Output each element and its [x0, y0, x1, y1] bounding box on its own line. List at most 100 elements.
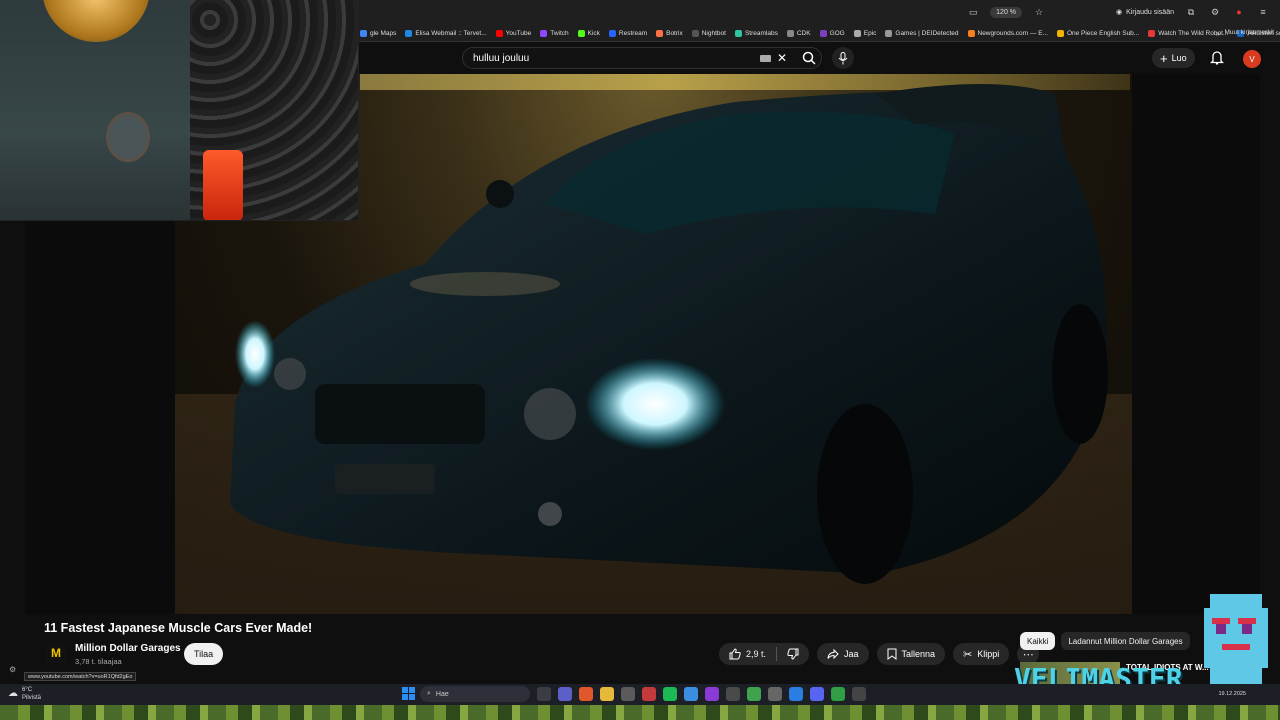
search-box[interactable]: hulluu jouluu ✕	[462, 47, 822, 69]
share-icon	[827, 648, 839, 660]
wall-mirror	[106, 112, 150, 162]
voice-search-button[interactable]	[832, 47, 854, 69]
clip-button[interactable]: ✂ Klippi	[953, 643, 1010, 665]
video-player[interactable]	[0, 0, 1260, 614]
bookmark-star-icon[interactable]: ☆	[1032, 5, 1046, 19]
bookmarks-overflow-icon[interactable]: »	[1216, 29, 1220, 38]
bookmark-favicon-icon	[885, 30, 893, 37]
taskbar-app-icon[interactable]	[558, 687, 572, 701]
bookmark-item[interactable]: Epic	[853, 30, 876, 37]
bookmark-item[interactable]: Restream	[608, 30, 647, 37]
bookmark-item[interactable]: YouTube	[495, 30, 531, 37]
channel-logo[interactable]: M	[46, 643, 66, 663]
zoom-level[interactable]: 120 %	[990, 6, 1023, 18]
taskbar-app-icon[interactable]	[600, 687, 614, 701]
like-dislike-group: 2,9 t.	[719, 643, 810, 665]
bookmark-item[interactable]: Games | DEIDetected	[885, 30, 959, 37]
weather-widget[interactable]: ☁ 6°C Pilvistä	[8, 686, 41, 702]
bookmark-item[interactable]: Elisa Webmail :: Tervet...	[405, 30, 487, 37]
taskbar-search[interactable]: ⌕ Hae	[420, 686, 530, 702]
bookmark-item[interactable]: gle Maps	[360, 30, 396, 37]
bookmark-item[interactable]: Streamlabs	[734, 30, 778, 37]
subscribe-button[interactable]: Tilaa	[184, 643, 224, 665]
clip-label: Klippi	[977, 649, 1000, 659]
taskbar-app-icon[interactable]	[579, 687, 593, 701]
bookmark-item[interactable]: GOG	[819, 30, 845, 37]
bookmark-label: Newgrounds.com — E...	[977, 30, 1048, 37]
like-button[interactable]: 2,9 t.	[719, 648, 776, 660]
bookmark-favicon-icon	[360, 30, 367, 37]
pixel-art-border	[0, 705, 1280, 720]
search-button[interactable]	[797, 48, 821, 68]
taskbar-app-icon[interactable]	[810, 687, 824, 701]
share-button[interactable]: Jaa	[817, 643, 869, 665]
bookmark-item[interactable]: One Piece English Sub...	[1056, 30, 1140, 37]
taskbar-app-icon[interactable]	[789, 687, 803, 701]
avatar[interactable]: V	[1243, 50, 1261, 68]
create-button[interactable]: + Luo	[1152, 48, 1195, 68]
browser-toolbar-right: ▭ 120 % ☆ ◉ Kirjaudu sisään ⧉ ⚙ ● ≡	[966, 5, 1270, 19]
channel-name[interactable]: Million Dollar Garages	[75, 643, 181, 654]
bookmark-item[interactable]: Newgrounds.com — E...	[967, 30, 1048, 37]
bookmark-item[interactable]: Kick	[577, 30, 600, 37]
scissors-icon: ✂	[963, 648, 973, 661]
menu-icon[interactable]: ≡	[1256, 5, 1270, 19]
bookmark-favicon-icon	[1056, 30, 1064, 37]
bookmark-favicon-icon	[734, 30, 742, 37]
taskbar-app-icon[interactable]	[831, 687, 845, 701]
notification-red-icon[interactable]: ●	[1232, 5, 1246, 19]
search-input[interactable]: hulluu jouluu	[473, 53, 760, 64]
webcam-overlay	[0, 0, 359, 221]
bookmark-label: Botrix	[666, 30, 683, 37]
microphone-icon	[838, 51, 848, 64]
notifications-bell-icon[interactable]	[1210, 50, 1224, 65]
bookmark-label: CDK	[796, 30, 811, 37]
windows-start-icon[interactable]	[402, 687, 415, 700]
extensions-icon[interactable]: ⧉	[1184, 5, 1198, 19]
bookmark-favicon-icon	[577, 30, 585, 37]
taskbar-app-icon[interactable]	[705, 687, 719, 701]
chip-channel-uploads[interactable]: Ladannut Million Dollar Garages	[1061, 632, 1190, 650]
search-icon	[802, 51, 816, 65]
cloud-icon: ☁	[8, 688, 18, 699]
bookmark-favicon-icon	[691, 30, 699, 37]
lava-lamp	[203, 150, 243, 220]
settings-icon[interactable]: ⚙	[1208, 5, 1222, 19]
bookmark-label: One Piece English Sub...	[1066, 30, 1140, 37]
bookmark-label: Nightbot	[701, 30, 726, 37]
bookmark-favicon-icon	[540, 30, 548, 37]
other-bookmarks[interactable]: Muut kirjanmerkit	[1225, 29, 1274, 36]
bookmark-item[interactable]: CDK	[786, 30, 811, 37]
bookmark-favicon-icon	[819, 30, 827, 37]
taskbar-app-icon[interactable]	[642, 687, 656, 701]
taskbar-app-icon[interactable]	[747, 687, 761, 701]
taskbar-app-icon[interactable]	[726, 687, 740, 701]
bookmark-label: Streamlabs	[744, 30, 778, 37]
bookmark-item[interactable]: Nightbot	[691, 30, 726, 37]
bookmark-favicon-icon	[656, 30, 664, 37]
taskbar-date: 19.12.2025	[1218, 691, 1246, 697]
bookmark-item[interactable]: Botrix	[656, 30, 683, 37]
settings-gear-icon[interactable]: ⚙	[9, 665, 16, 674]
bookmark-item[interactable]: Twitch	[540, 30, 569, 37]
taskbar-app-icon[interactable]	[663, 687, 677, 701]
taskbar-app-icon[interactable]	[537, 687, 551, 701]
taskbar-app-icon[interactable]	[852, 687, 866, 701]
taskbar-search-label: Hae	[435, 690, 449, 698]
bookmark-favicon-icon	[853, 30, 861, 37]
dislike-button[interactable]	[777, 648, 809, 660]
taskbar-app-icon[interactable]	[684, 687, 698, 701]
keyboard-icon[interactable]	[759, 54, 771, 62]
chip-all[interactable]: Kaikki	[1020, 632, 1056, 650]
clear-search-icon[interactable]: ✕	[777, 51, 787, 65]
bookmark-favicon-icon	[1148, 30, 1156, 37]
signin-button[interactable]: ◉ Kirjaudu sisään	[1116, 8, 1174, 17]
taskbar-app-icon[interactable]	[621, 687, 635, 701]
reader-view-icon[interactable]: ▭	[966, 5, 980, 19]
share-label: Jaa	[844, 649, 859, 659]
save-button[interactable]: Tallenna	[876, 643, 946, 665]
subscriber-count: 3,78 t. tilaajaa	[75, 657, 122, 666]
taskbar-app-icon[interactable]	[768, 687, 782, 701]
pixel-mascot-icon	[1204, 594, 1268, 684]
video-actions: 2,9 t. Jaa Tallenna ✂ Klippi ⋯	[719, 643, 1040, 665]
